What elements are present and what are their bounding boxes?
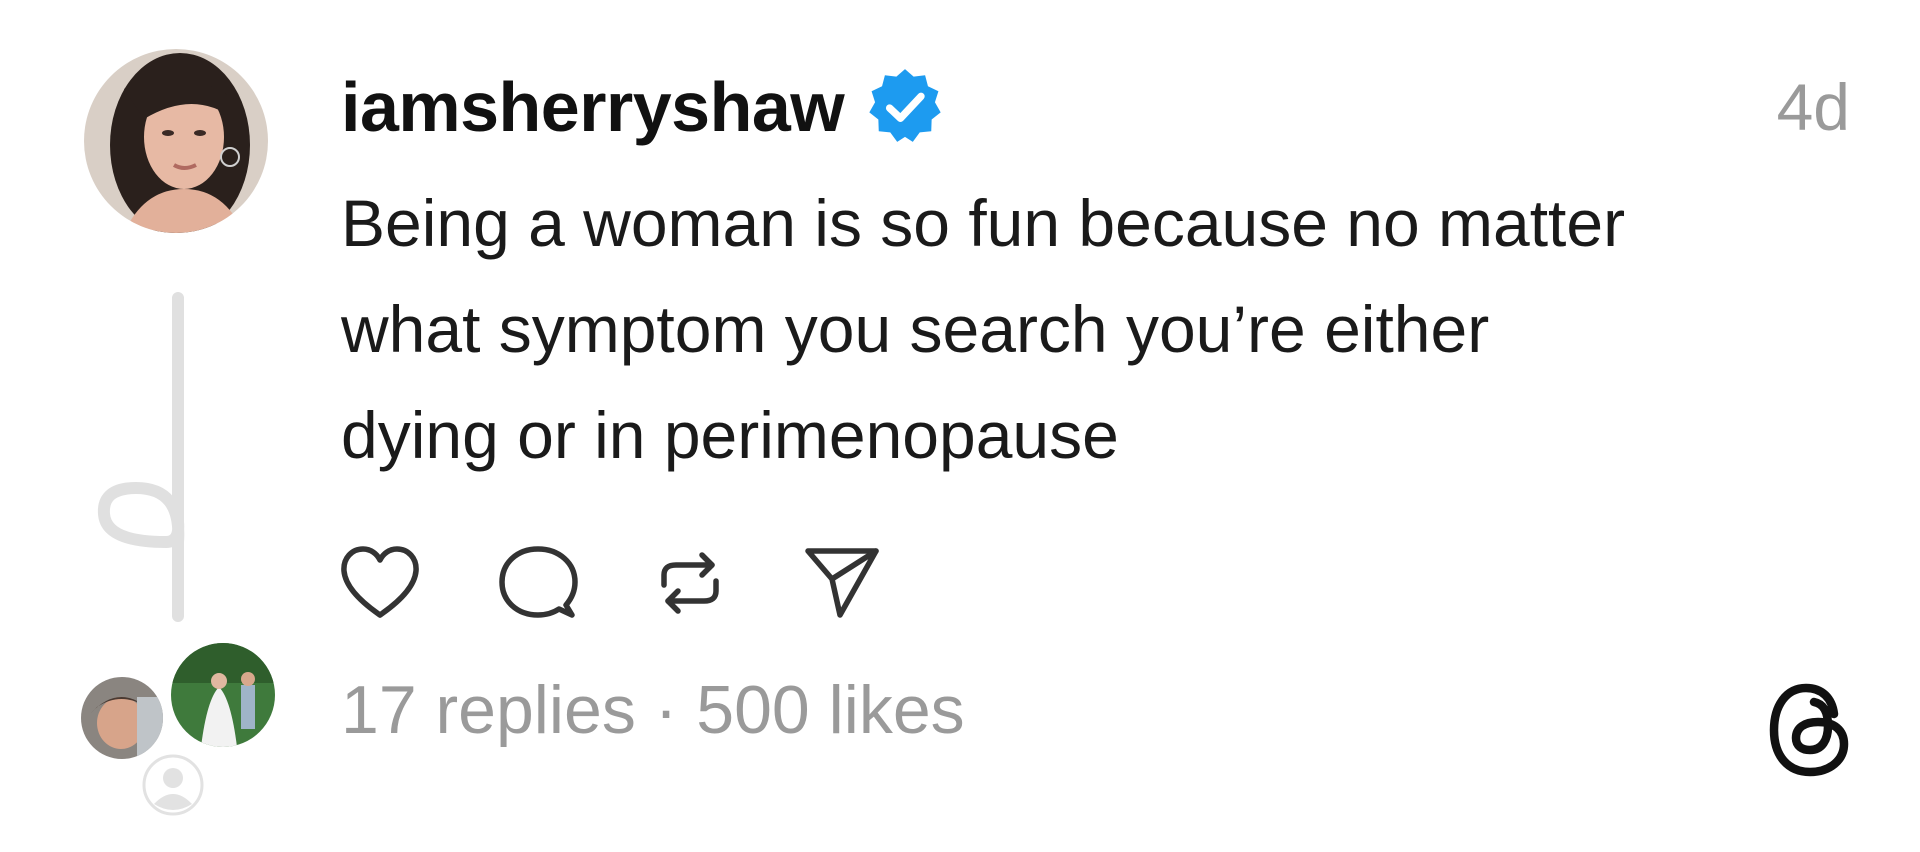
verified-badge-icon xyxy=(864,66,946,148)
replier-avatar xyxy=(168,640,278,750)
post-actions xyxy=(338,535,958,631)
post-timestamp[interactable]: 4d xyxy=(1777,62,1850,152)
threads-logo-icon[interactable] xyxy=(1766,680,1854,780)
heart-icon xyxy=(341,546,419,618)
post-header: iamsherryshaw xyxy=(341,62,946,152)
username[interactable]: iamsherryshaw xyxy=(341,67,845,147)
default-avatar-icon xyxy=(142,754,204,816)
repost-icon xyxy=(661,552,719,614)
threads-post: iamsherryshaw 4d Being a woman is so fun… xyxy=(0,0,1920,852)
avatar-photo xyxy=(84,49,268,233)
post-body: Being a woman is so fun because no matte… xyxy=(341,170,1861,488)
replier-avatars[interactable] xyxy=(78,640,278,820)
reply-button[interactable] xyxy=(498,543,578,623)
likes-count-link[interactable]: 500 likes xyxy=(696,672,964,748)
post-stats: 17 replies · 500 likes xyxy=(341,660,965,760)
replies-count-link[interactable]: 17 replies xyxy=(341,672,636,748)
send-icon xyxy=(805,548,879,618)
comment-icon xyxy=(499,546,578,618)
post-text-line: what symptom you search you’re either xyxy=(341,292,1490,366)
like-button[interactable] xyxy=(338,543,422,623)
author-avatar[interactable] xyxy=(84,49,268,233)
replier-avatar xyxy=(78,674,166,762)
post-text-line: dying or in perimenopause xyxy=(341,398,1119,472)
repost-button[interactable] xyxy=(654,543,726,623)
stats-separator: · xyxy=(635,672,697,748)
share-button[interactable] xyxy=(802,543,882,623)
post-text-line: Being a woman is so fun because no matte… xyxy=(341,186,1626,260)
thread-connector-line xyxy=(97,292,185,622)
